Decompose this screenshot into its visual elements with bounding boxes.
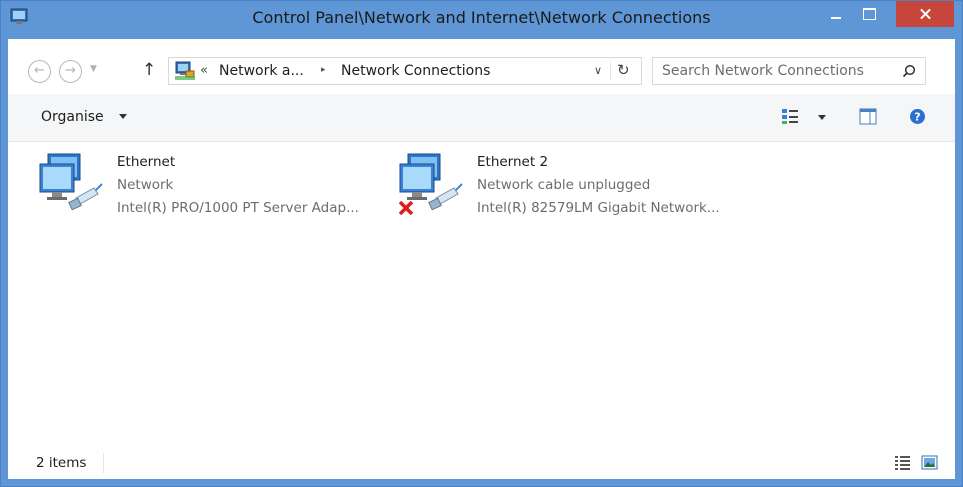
svg-text:?: ? [914, 111, 920, 124]
help-icon[interactable]: ? [909, 108, 926, 125]
address-overflow[interactable]: « [200, 63, 208, 78]
close-button[interactable] [896, 1, 954, 27]
forward-button[interactable]: → [59, 60, 82, 83]
ethernet-adapter-icon [39, 153, 103, 211]
details-view-icon[interactable] [894, 455, 911, 470]
ethernet-adapter-icon [398, 153, 463, 216]
up-button[interactable]: ↑ [142, 60, 156, 80]
large-icons-view-icon[interactable] [921, 455, 938, 470]
preview-pane-icon[interactable] [859, 108, 877, 125]
address-dropdown-button[interactable]: ∨ [594, 64, 602, 77]
status-divider [103, 453, 104, 473]
network-connections-icon [175, 61, 195, 80]
command-bar: Organise ? [8, 94, 955, 142]
disconnected-x-icon [398, 200, 414, 216]
search-input[interactable] [662, 62, 892, 80]
minimize-button[interactable] [821, 1, 851, 29]
window-title: Control Panel\Network and Internet\Netwo… [252, 8, 711, 27]
item-count: 2 items [36, 455, 87, 471]
breadcrumb-separator[interactable]: ▸ [321, 65, 326, 75]
connection-name: Ethernet [117, 154, 176, 170]
connection-device: Intel(R) 82579LM Gigabit Network... [477, 200, 720, 216]
address-divider [610, 62, 611, 80]
connection-status: Network [117, 177, 174, 193]
chevron-down-icon[interactable] [119, 114, 127, 119]
view-options-chevron-icon[interactable] [818, 115, 826, 120]
organise-button[interactable]: Organise [41, 109, 104, 125]
breadcrumb-network-and-internet[interactable]: Network a... [219, 63, 304, 79]
recent-locations-button[interactable]: ▼ [90, 64, 97, 74]
explorer-window: Control Panel\Network and Internet\Netwo… [0, 0, 963, 487]
connection-device: Intel(R) PRO/1000 PT Server Adap... [117, 200, 359, 216]
maximize-button[interactable] [854, 1, 884, 29]
change-view-icon[interactable] [781, 108, 799, 125]
connection-status: Network cable unplugged [477, 177, 651, 193]
address-bar[interactable]: « Network a... ▸ Network Connections ∨ ↻ [168, 57, 642, 85]
forward-arrow-icon: → [65, 63, 76, 78]
connection-name: Ethernet 2 [477, 154, 549, 170]
back-button[interactable]: ← [28, 60, 51, 83]
back-arrow-icon: ← [34, 63, 45, 78]
connection-item-ethernet[interactable]: Ethernet Network Intel(R) PRO/1000 PT Se… [38, 152, 378, 222]
title-bar[interactable]: Control Panel\Network and Internet\Netwo… [1, 1, 962, 39]
client-area: ← → ▼ ↑ « Network a... ▸ Network Connect… [8, 39, 955, 479]
connection-item-ethernet-2[interactable]: Ethernet 2 Network cable unplugged Intel… [398, 152, 758, 222]
refresh-button[interactable]: ↻ [617, 61, 630, 79]
breadcrumb-network-connections[interactable]: Network Connections [341, 63, 490, 79]
search-icon[interactable] [902, 64, 916, 78]
address-row: ← → ▼ ↑ « Network a... ▸ Network Connect… [8, 39, 955, 89]
search-box[interactable] [652, 57, 926, 85]
status-bar: 2 items [8, 449, 955, 479]
